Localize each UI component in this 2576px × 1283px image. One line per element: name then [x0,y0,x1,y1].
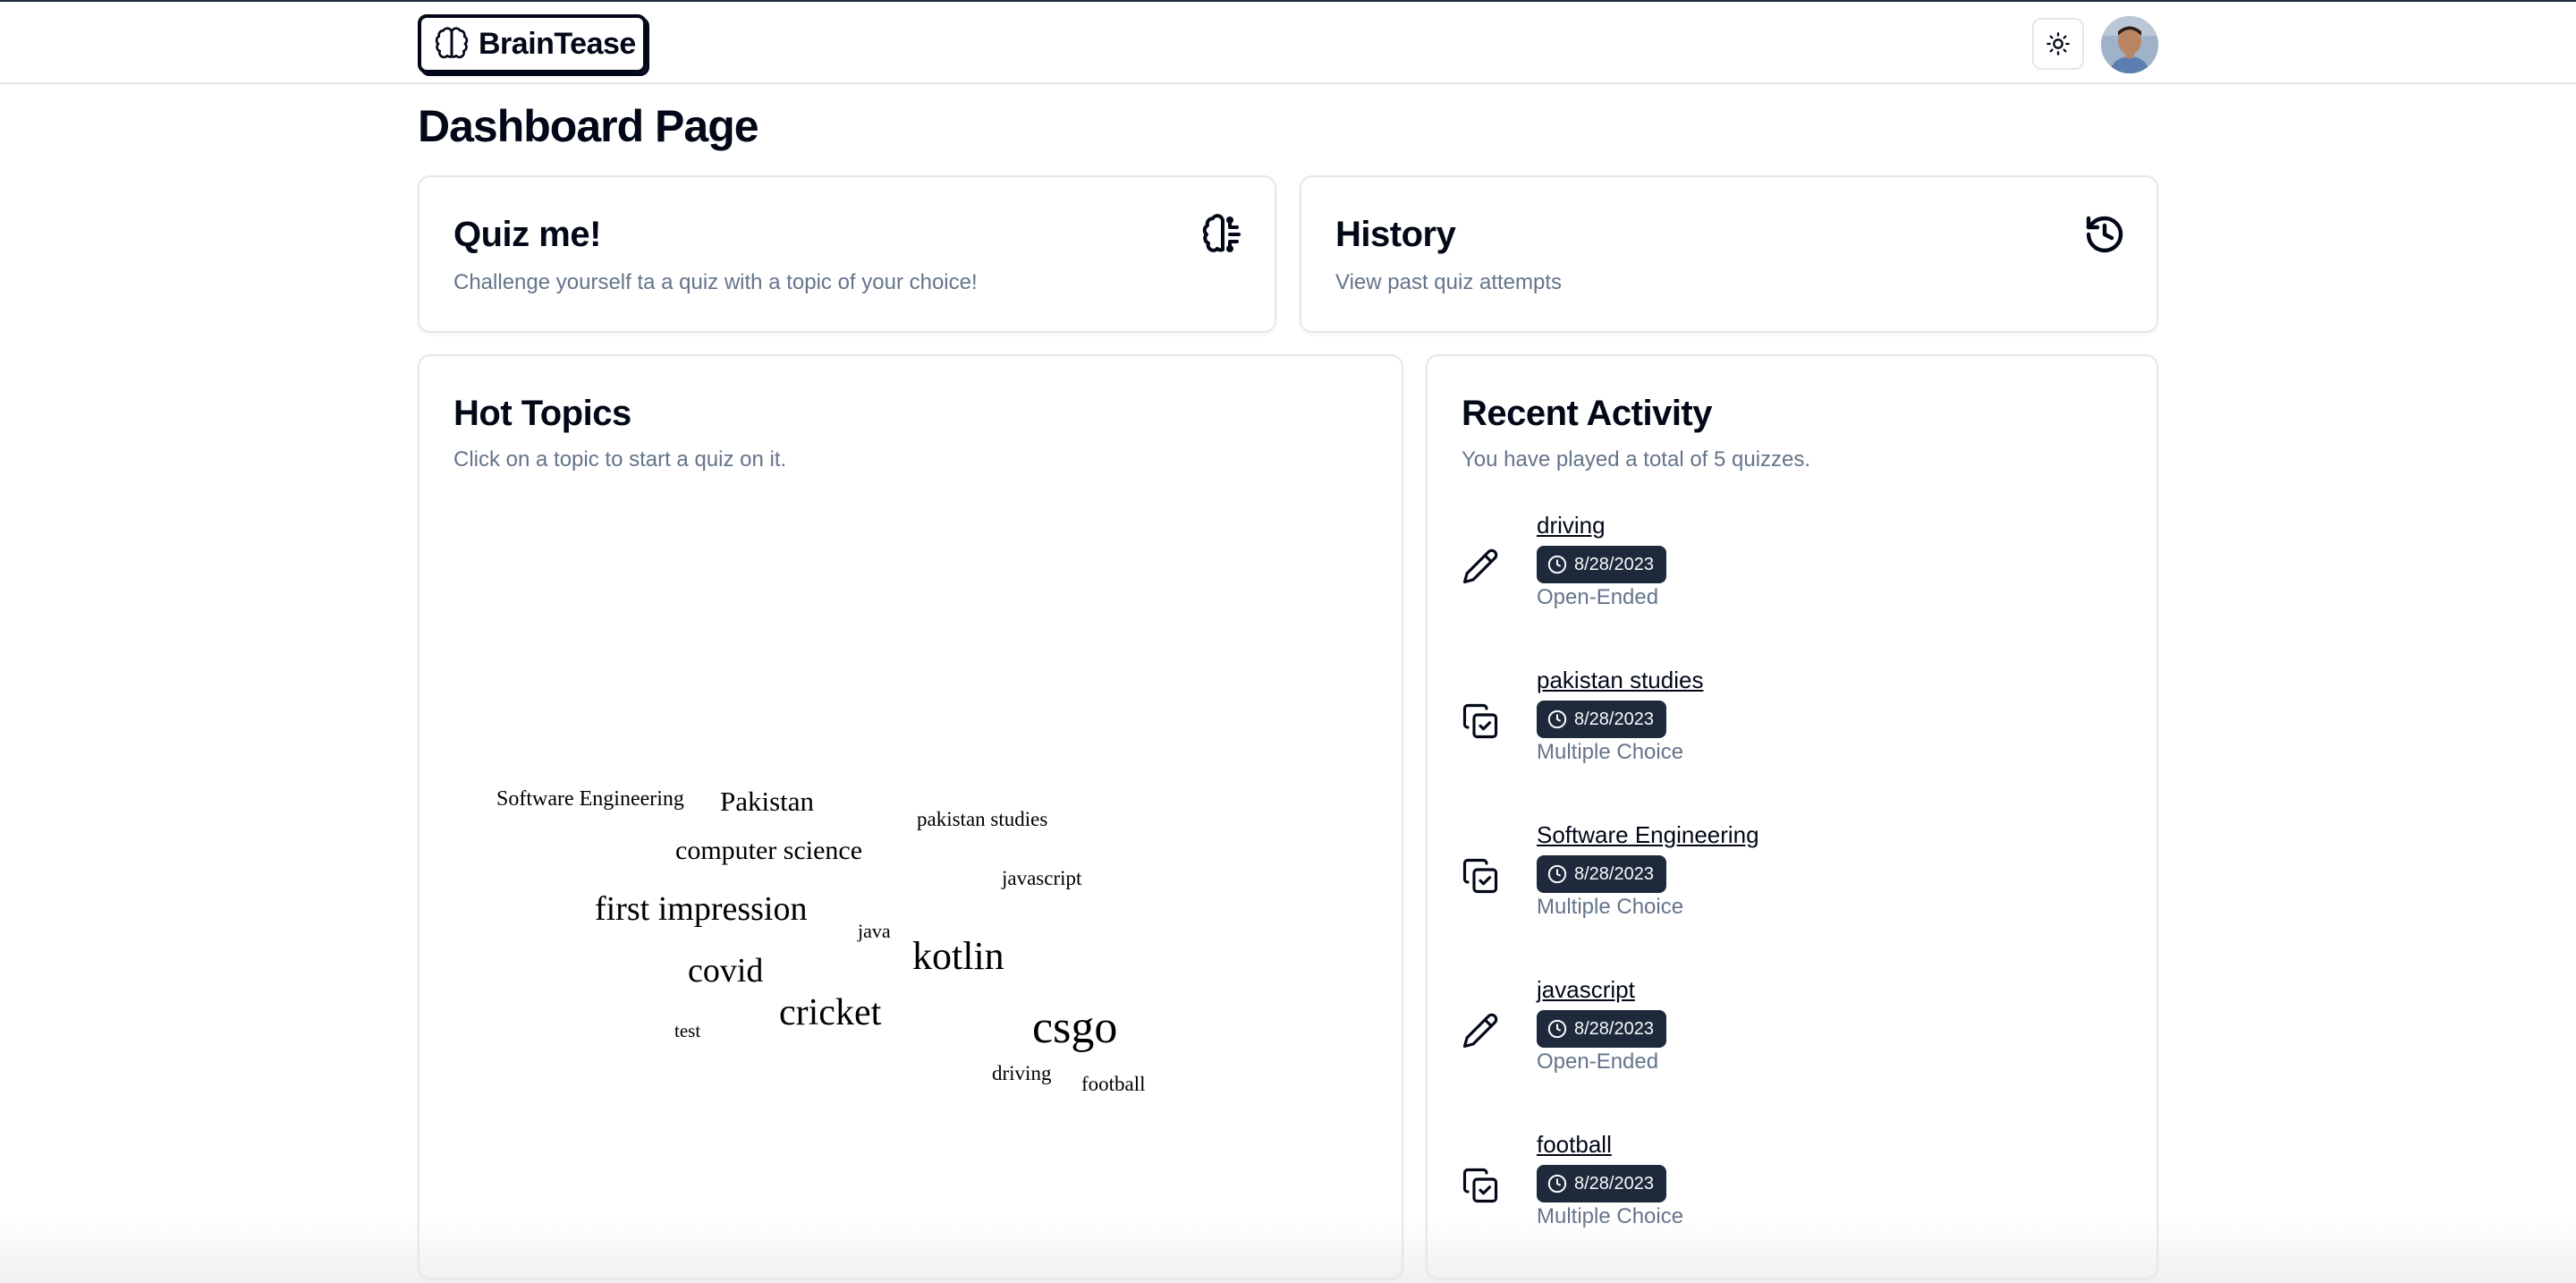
history-title: History [1335,215,1456,254]
copy-check-icon [1462,1168,1498,1203]
activity-date: 8/28/2023 [1574,709,1654,729]
page-title: Dashboard Page [418,101,759,151]
topic-word[interactable]: kotlin [912,933,1004,979]
activity-date: 8/28/2023 [1574,1173,1654,1194]
recent-activity-title: Recent Activity [1462,394,1713,433]
topic-word[interactable]: covid [688,951,763,990]
topic-word[interactable]: computer science [675,836,862,866]
quiz-me-title: Quiz me! [453,215,601,254]
recent-activity-description: You have played a total of 5 quizzes. [1462,447,1811,472]
activity-date-badge: 8/28/2023 [1537,701,1666,738]
logo-link[interactable]: BrainTease [418,14,647,73]
history-card[interactable]: History View past quiz attempts [1300,175,2158,333]
clock-icon [1547,709,1567,729]
recent-activity-card: Recent Activity You have played a total … [1426,354,2158,1279]
copy-check-icon [1462,703,1498,739]
activity-type: Open-Ended [1537,585,1659,609]
topic-word[interactable]: pakistan studies [917,808,1047,831]
clock-icon [1547,1174,1567,1194]
user-avatar[interactable] [2101,16,2158,73]
activity-topic-link[interactable]: driving [1537,512,1606,540]
topic-word[interactable]: java [858,920,891,943]
topic-word[interactable]: Software Engineering [496,787,684,811]
quiz-me-description: Challenge yourself ta a quiz with a topi… [453,270,978,294]
activity-item: football 8/28/2023 Multiple Choice [1462,1131,2123,1265]
pencil-icon [1462,1013,1498,1049]
activity-item: driving 8/28/2023 Open-Ended [1462,512,2123,646]
topic-word[interactable]: test [674,1020,700,1042]
brain-circuit-icon [1202,214,1241,252]
topic-word[interactable]: driving [992,1062,1051,1085]
activity-date: 8/28/2023 [1574,863,1654,884]
activity-type: Multiple Choice [1537,740,1684,764]
activity-date: 8/28/2023 [1574,554,1654,574]
activity-topic-link[interactable]: javascript [1537,976,1635,1004]
pencil-icon [1462,548,1498,584]
activity-date-badge: 8/28/2023 [1537,546,1666,583]
activity-topic-link[interactable]: pakistan studies [1537,667,1703,694]
activity-date-badge: 8/28/2023 [1537,855,1666,893]
activity-date: 8/28/2023 [1574,1018,1654,1039]
activity-type: Open-Ended [1537,1049,1659,1074]
history-description: View past quiz attempts [1335,270,1563,294]
topic-word[interactable]: first impression [595,889,807,929]
activity-date-badge: 8/28/2023 [1537,1165,1666,1202]
activity-item: pakistan studies 8/28/2023 Multiple Choi… [1462,667,2123,801]
app-name: BrainTease [479,26,636,61]
topic-word[interactable]: csgo [1032,1001,1117,1054]
activity-topic-link[interactable]: Software Engineering [1537,821,1759,849]
topic-word[interactable]: cricket [779,991,881,1034]
theme-toggle-button[interactable] [2032,18,2084,70]
activity-item: Software Engineering 8/28/2023 Multiple … [1462,821,2123,956]
copy-check-icon [1462,858,1498,894]
activity-type: Multiple Choice [1537,1204,1684,1228]
activity-date-badge: 8/28/2023 [1537,1010,1666,1048]
hot-topics-card: Hot Topics Click on a topic to start a q… [418,354,1403,1279]
activity-type: Multiple Choice [1537,895,1684,919]
sun-icon [2046,32,2070,55]
clock-icon [1547,555,1567,574]
history-icon [2086,216,2123,253]
topic-word[interactable]: football [1081,1073,1146,1096]
navbar: BrainTease [0,2,2576,84]
clock-icon [1547,864,1567,884]
activity-item: javascript 8/28/2023 Open-Ended [1462,976,2123,1110]
activity-topic-link[interactable]: football [1537,1131,1612,1159]
topic-word[interactable]: javascript [1002,867,1081,890]
word-cloud: Software Engineering Pakistan pakistan s… [419,356,1402,1278]
quiz-me-card[interactable]: Quiz me! Challenge yourself ta a quiz wi… [418,175,1276,333]
clock-icon [1547,1019,1567,1039]
brain-icon [435,27,469,59]
topic-word[interactable]: Pakistan [720,786,814,818]
